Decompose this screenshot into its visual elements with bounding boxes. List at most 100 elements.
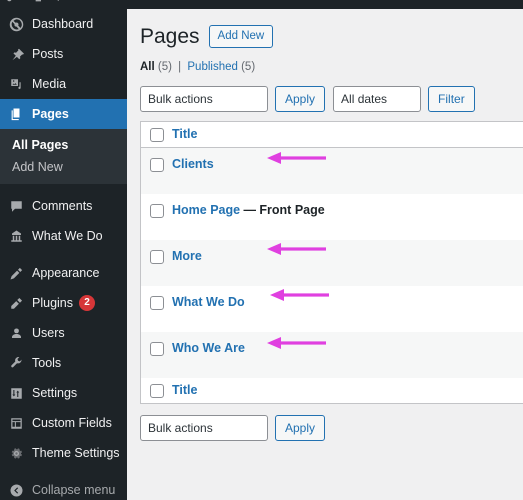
pages-table: Title Clients Home Page — Front Page Mor… <box>140 121 523 405</box>
tools-wrench-icon <box>9 356 29 371</box>
page-title-link[interactable]: Clients <box>172 157 214 171</box>
main-content: Pages Add New All (5) | Published (5) Bu… <box>127 9 523 500</box>
sidebar-item-label: Users <box>32 326 65 340</box>
menu-divider <box>0 184 127 191</box>
sidebar-item-all-pages[interactable]: All Pages <box>0 134 127 156</box>
page-title-link[interactable]: More <box>172 249 202 263</box>
sidebar-item-what-we-do[interactable]: What We Do <box>0 221 127 251</box>
page-title-link[interactable]: Home Page <box>172 203 240 217</box>
row-checkbox[interactable] <box>149 158 164 173</box>
custom-post-type-icon <box>9 229 29 244</box>
sidebar-item-label: What We Do <box>32 229 103 243</box>
row-title-cell: More <box>172 249 523 264</box>
sidebar-submenu-pages: All Pages Add New <box>0 129 127 184</box>
plugins-update-badge: 2 <box>79 295 95 311</box>
table-row[interactable]: Home Page — Front Page <box>141 194 523 241</box>
filter-count-all: (5) <box>157 61 172 74</box>
row-select-cell <box>141 341 172 357</box>
table-header-row: Title <box>141 122 523 149</box>
dashboard-icon <box>9 17 29 32</box>
filter-link-published[interactable]: Published <box>187 61 238 73</box>
select-all-checkbox-footer[interactable] <box>149 384 164 399</box>
sidebar-item-plugins[interactable]: Plugins 2 <box>0 288 127 318</box>
table-row[interactable]: Who We Are <box>141 332 523 379</box>
sidebar-item-label: Theme Settings <box>32 446 120 460</box>
users-icon <box>9 326 29 341</box>
sidebar-item-label: Collapse menu <box>32 483 116 497</box>
appearance-brush-icon <box>9 266 29 281</box>
menu-divider <box>0 251 127 258</box>
tablenav-bottom: Bulk actions Apply <box>140 415 523 442</box>
date-filter-select[interactable]: All dates <box>333 86 422 113</box>
sidebar-item-theme-settings[interactable]: Theme Settings <box>0 438 127 468</box>
column-header-title: Title <box>172 127 523 142</box>
table-footer-row: Title <box>141 378 523 405</box>
sidebar-item-label: Settings <box>32 386 78 400</box>
comment-icon <box>9 199 29 214</box>
select-all-cell <box>141 127 172 143</box>
post-state-label: — Front Page <box>243 203 325 218</box>
filter-button[interactable]: Filter <box>428 86 475 113</box>
column-header-title-link[interactable]: Title <box>172 127 197 141</box>
plugins-plug-icon <box>9 296 29 311</box>
sidebar-item-dashboard[interactable]: Dashboard <box>0 9 127 39</box>
page-title-link[interactable]: What We Do <box>172 295 245 309</box>
row-title-cell: Clients <box>172 157 523 172</box>
sidebar-item-label: Posts <box>32 47 64 61</box>
tablenav-top: Bulk actions Apply All dates Filter <box>140 86 523 113</box>
row-checkbox[interactable] <box>149 204 164 219</box>
sidebar-item-settings[interactable]: Settings <box>0 378 127 408</box>
filter-divider: | <box>178 61 182 74</box>
row-checkbox[interactable] <box>149 296 164 311</box>
sidebar-item-tools[interactable]: Tools <box>0 348 127 378</box>
sidebar-item-custom-fields[interactable]: Custom Fields <box>0 408 127 438</box>
select-all-checkbox[interactable] <box>149 128 164 143</box>
plus-icon[interactable]: + <box>55 0 61 5</box>
sidebar-item-add-new[interactable]: Add New <box>0 156 127 178</box>
sidebar-item-label: Media <box>32 77 67 91</box>
wp-admin-screen: ● ■ + Dashboard Posts Media <box>0 0 523 500</box>
row-title-cell: Who We Are <box>172 341 523 356</box>
sidebar-item-collapse-menu[interactable]: Collapse menu <box>0 475 127 500</box>
add-new-button[interactable]: Add New <box>208 25 274 49</box>
sidebar-item-media[interactable]: Media <box>0 69 127 99</box>
admin-bar: ● ■ + <box>0 0 523 9</box>
row-select-cell <box>141 203 172 219</box>
row-checkbox[interactable] <box>149 250 164 265</box>
filter-count-published: (5) <box>241 61 256 74</box>
bulk-actions-select-bottom[interactable]: Bulk actions <box>140 415 268 442</box>
comment-bubble-icon[interactable]: ■ <box>35 0 42 5</box>
row-title-cell: Home Page — Front Page <box>172 203 523 218</box>
sidebar-item-pages[interactable]: Pages <box>0 99 135 129</box>
menu-divider <box>0 468 127 475</box>
sidebar-item-label: Dashboard <box>32 17 94 31</box>
bulk-actions-select-top[interactable]: Bulk actions <box>140 86 268 113</box>
sidebar-item-posts[interactable]: Posts <box>0 39 127 69</box>
page-title: Pages <box>140 25 200 48</box>
collapse-arrow-icon <box>9 483 29 498</box>
filter-link-all[interactable]: All <box>140 61 155 73</box>
sidebar-item-label: Custom Fields <box>32 416 112 430</box>
table-row[interactable]: What We Do <box>141 286 523 333</box>
row-select-cell <box>141 295 172 311</box>
table-row[interactable]: Clients <box>141 148 523 195</box>
row-checkbox[interactable] <box>149 342 164 357</box>
page-title-link[interactable]: Who We Are <box>172 341 245 355</box>
pages-icon <box>9 107 29 122</box>
sidebar-item-appearance[interactable]: Appearance <box>0 258 127 288</box>
table-row[interactable]: More <box>141 240 523 287</box>
wordpress-logo-icon[interactable]: ● <box>6 0 13 5</box>
apply-button-bottom[interactable]: Apply <box>275 415 326 442</box>
sidebar-item-users[interactable]: Users <box>0 318 127 348</box>
admin-sidebar: Dashboard Posts Media Pages All Pages Ad… <box>0 9 135 500</box>
sidebar-item-label: Tools <box>32 356 62 370</box>
settings-sliders-icon <box>9 386 29 401</box>
sidebar-item-comments[interactable]: Comments <box>0 191 127 221</box>
pin-icon <box>9 47 29 62</box>
column-footer-title-link[interactable]: Title <box>172 383 197 397</box>
column-footer-title: Title <box>172 383 523 398</box>
apply-button-top[interactable]: Apply <box>275 86 326 113</box>
page-header: Pages Add New <box>140 9 523 50</box>
media-icon <box>9 77 29 92</box>
sidebar-item-label: Pages <box>32 107 69 121</box>
